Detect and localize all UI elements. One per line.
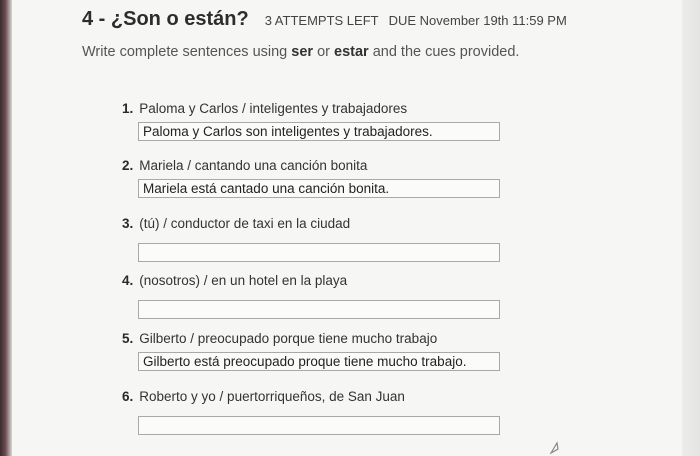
- item-prompt: 4. (nosotros) / en un hotel en la playa: [122, 272, 522, 290]
- item-number: 4.: [122, 273, 134, 288]
- instructions-estar: estar: [334, 44, 369, 60]
- question-header: 4 - ¿Son o están? 3 ATTEMPTS LEFT DUE No…: [82, 8, 567, 31]
- list-item: 6. Roberto y yo / puertorriqueños, de San…: [122, 388, 522, 435]
- question-title: 4 - ¿Son o están?: [82, 8, 249, 30]
- answer-input-5[interactable]: [138, 352, 500, 371]
- item-prompt: 5. Gilberto / preocupado porque tiene muc…: [122, 330, 522, 348]
- item-number: 1.: [122, 101, 134, 116]
- due-date: DUE November 19th 11:59 PM: [388, 13, 567, 28]
- list-item: 5. Gilberto / preocupado porque tiene muc…: [122, 330, 522, 371]
- item-cue: Paloma y Carlos / inteligentes y trabaja…: [139, 101, 408, 116]
- item-cue: (nosotros) / en un hotel en la playa: [139, 273, 348, 288]
- item-prompt: 2. Mariela / cantando una canción bonita: [122, 157, 522, 175]
- answer-input-4[interactable]: [138, 300, 500, 319]
- answer-input-3[interactable]: [138, 243, 500, 262]
- list-item: 4. (nosotros) / en un hotel en la playa: [122, 272, 522, 319]
- item-cue: Gilberto / preocupado porque tiene mucho…: [139, 331, 438, 346]
- list-item: 3. (tú) / conductor de taxi en la ciudad: [122, 215, 522, 262]
- item-cue: (tú) / conductor de taxi en la ciudad: [139, 216, 351, 231]
- item-cue: Mariela / cantando una canción bonita: [139, 158, 368, 173]
- list-item: 2. Mariela / cantando una canción bonita: [122, 157, 522, 198]
- instructions-ser: ser: [291, 44, 314, 60]
- question-card: 4 - ¿Son o están? 3 ATTEMPTS LEFT DUE No…: [12, 0, 682, 456]
- photo-left-edge: [0, 0, 12, 456]
- mouse-cursor-icon: [549, 441, 559, 454]
- item-number: 3.: [122, 216, 134, 231]
- item-prompt: 3. (tú) / conductor de taxi en la ciudad: [122, 215, 522, 233]
- instructions-text: or: [313, 44, 335, 60]
- item-prompt: 1. Paloma y Carlos / inteligentes y traba…: [122, 100, 522, 118]
- photo-right-edge: [682, 0, 700, 456]
- instructions-text: Write complete sentences using: [82, 44, 292, 60]
- attempts-left: 3 ATTEMPTS LEFT: [264, 13, 379, 28]
- answer-input-6[interactable]: [138, 416, 500, 435]
- answer-input-2[interactable]: [138, 179, 500, 198]
- answer-input-1[interactable]: [138, 122, 500, 141]
- list-item: 1. Paloma y Carlos / inteligentes y traba…: [122, 100, 522, 141]
- item-number: 6.: [122, 389, 134, 404]
- instructions-text: and the cues provided.: [368, 44, 520, 60]
- item-number: 2.: [122, 158, 134, 173]
- item-prompt: 6. Roberto y yo / puertorriqueños, de San…: [122, 388, 522, 406]
- item-cue: Roberto y yo / puertorriqueños, de San J…: [139, 389, 405, 404]
- item-number: 5.: [122, 331, 134, 346]
- instructions: Write complete sentences using ser or es…: [82, 44, 519, 60]
